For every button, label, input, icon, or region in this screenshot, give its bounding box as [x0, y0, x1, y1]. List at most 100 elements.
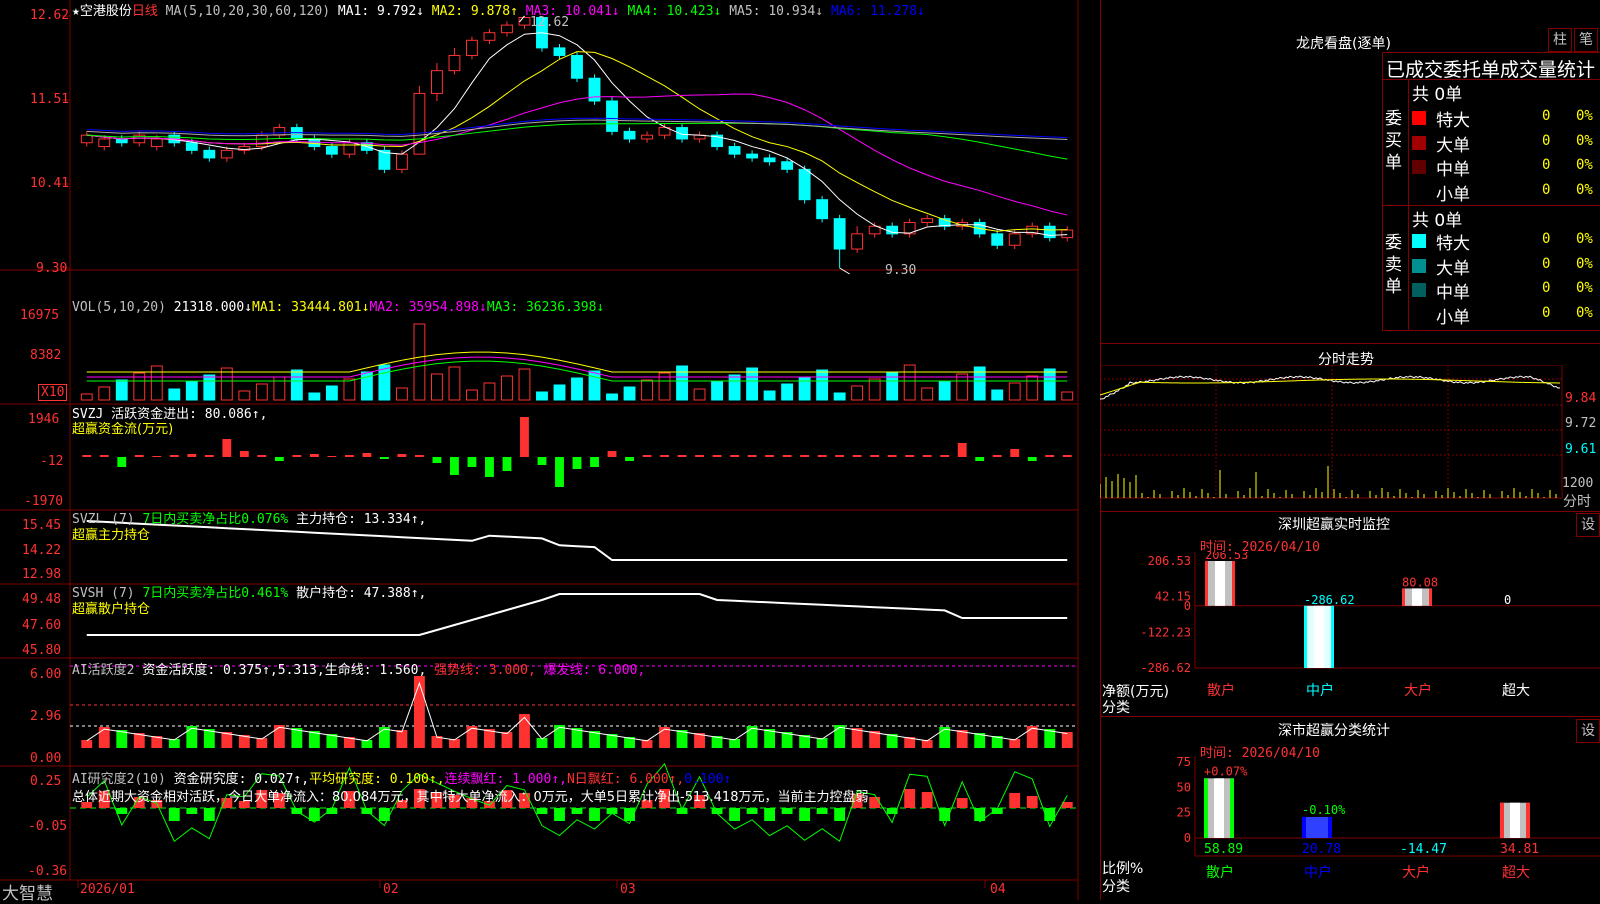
class-bar-edge: [1204, 778, 1208, 838]
svsh-hold: 散户持仓: 47.388↑,: [296, 586, 427, 601]
buy-row-value: 0: [1542, 132, 1551, 149]
fund-flow-bar: [1010, 449, 1020, 457]
activity-bar: [413, 676, 425, 748]
svsh-axis-3: 45.80: [22, 643, 62, 658]
price-axis-3: 10.41: [30, 176, 70, 191]
fund-flow-bar: [362, 453, 372, 457]
monitor-bar-edge: [1205, 561, 1208, 606]
volume-bar: [203, 374, 216, 401]
candle-body: [781, 161, 794, 170]
volume-bar: [676, 365, 688, 401]
candle-body: [290, 127, 303, 140]
volume-bar: [98, 386, 111, 401]
main-chart-area[interactable]: [0, 0, 1100, 900]
kline-chart-svg[interactable]: [0, 0, 1100, 900]
monitor-bar-highlight: [1314, 605, 1324, 668]
svzj-axis-3: -1970: [24, 494, 64, 509]
ma5-value: MA5: 10.934↓: [729, 4, 824, 19]
vol-header: VOL(5,10,20) 21318.000↓MA1: 33444.801↓MA…: [72, 300, 604, 315]
sell-row-value: 0: [1542, 231, 1551, 247]
minute-chart-svg[interactable]: [1100, 365, 1600, 511]
buy-row-swatch: [1412, 160, 1426, 174]
fund-flow-bar: [239, 451, 249, 457]
research-bar: [203, 808, 215, 821]
activity-bar: [186, 726, 198, 748]
vol-ma2: MA2: 35954.898↓: [369, 300, 487, 315]
minute-top-line: [1100, 343, 1600, 344]
svzl-axis-1: 15.45: [22, 518, 62, 533]
monitor-bar-value: 0: [1504, 593, 1511, 607]
ma3-line: [86, 93, 1068, 216]
fund-flow-bar: [800, 455, 810, 457]
monitor-category-label: 散户: [1207, 682, 1235, 699]
fund-flow-bar: [134, 455, 144, 457]
volume-bar: [395, 387, 408, 401]
time-axis-2: 02: [383, 882, 399, 897]
candle-body: [203, 149, 216, 159]
bar-mode-button[interactable]: 柱: [1548, 28, 1572, 52]
volume-bar: [728, 374, 741, 401]
fund-flow-bar: [187, 454, 197, 457]
fund-flow-bar: [747, 455, 757, 457]
candle-body: [185, 142, 198, 151]
stock-title: ★空港股份: [72, 4, 132, 19]
ai1-strong: 强势线: 3.000,: [434, 663, 536, 678]
right-panel: 龙虎看盘(逐单) 柱 笔 已成交委托单成交量统计 委买单 委卖单 共 0单 共 …: [1100, 0, 1600, 900]
fund-flow-bar: [765, 455, 775, 457]
class-bar-top-label: -0.10%: [1302, 803, 1346, 817]
volume-bar: [623, 386, 636, 401]
class-category-label: 散户: [1206, 864, 1234, 881]
class-chart-svg: 75 50 25 0 +0.07% 58.89 散户 -0.10% 20.78 中户 -14.47 大…: [1177, 756, 1600, 881]
candle-body: [501, 24, 513, 34]
vol-label: VOL(5,10,20): [72, 300, 166, 315]
candle-body: [466, 39, 478, 56]
candle-body: [273, 127, 286, 136]
class-settings-button[interactable]: 设: [1576, 719, 1600, 743]
volume-bar: [378, 364, 391, 401]
volume-bar: [693, 388, 706, 401]
monitor-bar-value: -286.62: [1304, 593, 1355, 607]
minute-frame: [1100, 365, 1563, 499]
volume-bar: [588, 370, 601, 401]
svzl-ratio: 7日内买卖净占比0.076%: [142, 512, 289, 527]
time-axis-4: 04: [990, 882, 1006, 897]
volume-bar: [886, 371, 899, 401]
buy-row-pct: 0%: [1576, 157, 1593, 173]
ma6-line: [86, 117, 1068, 139]
fund-flow-bar: [485, 457, 494, 477]
monitor-settings-button[interactable]: 设: [1576, 513, 1600, 537]
buy-row-swatch: [1412, 184, 1426, 199]
volume-bar: [553, 384, 566, 401]
monitor-bar-edge: [1304, 605, 1307, 668]
period-label[interactable]: 日线: [132, 4, 158, 19]
class-axis-label: 50: [1177, 780, 1191, 794]
time-axis-3: 03: [620, 882, 636, 897]
volume-bar: [448, 366, 461, 401]
volume-bar: [238, 390, 251, 401]
fund-flow-bar: [975, 457, 985, 461]
activity-bar: [519, 714, 530, 748]
volume-bar: [868, 378, 881, 401]
monitor-category-label: 超大: [1502, 683, 1530, 699]
sell-row-swatch: [1412, 283, 1426, 297]
research-bar: [536, 808, 548, 814]
stroke-mode-button[interactable]: 笔: [1574, 28, 1598, 52]
volume-bar: [763, 390, 776, 401]
fund-flow-bar: [222, 439, 232, 457]
stat-title: 已成交委托单成交量统计: [1386, 59, 1596, 81]
fund-flow-bar: [782, 455, 792, 457]
candle-body: [308, 138, 321, 148]
fund-flow-bar: [730, 455, 740, 457]
candle-body: [623, 130, 636, 140]
fund-flow-bar: [922, 455, 932, 457]
minute-axis-4: 1200: [1562, 476, 1594, 491]
ma1-value: MA1: 9.792↓: [337, 4, 424, 19]
stat-bottom-line: [1382, 330, 1600, 331]
vol-axis-2: 8382: [30, 348, 62, 363]
fund-flow-bar: [117, 457, 127, 467]
sell-row-pct: 0%: [1576, 280, 1593, 296]
ai2-axis-1: 0.25: [30, 774, 62, 789]
research-bar: [921, 792, 933, 808]
monitor-chart-svg: 206.5342.150-122.23-286.62206.53散户-286.6…: [1140, 552, 1600, 699]
class-bar-highlight: [1510, 802, 1520, 838]
